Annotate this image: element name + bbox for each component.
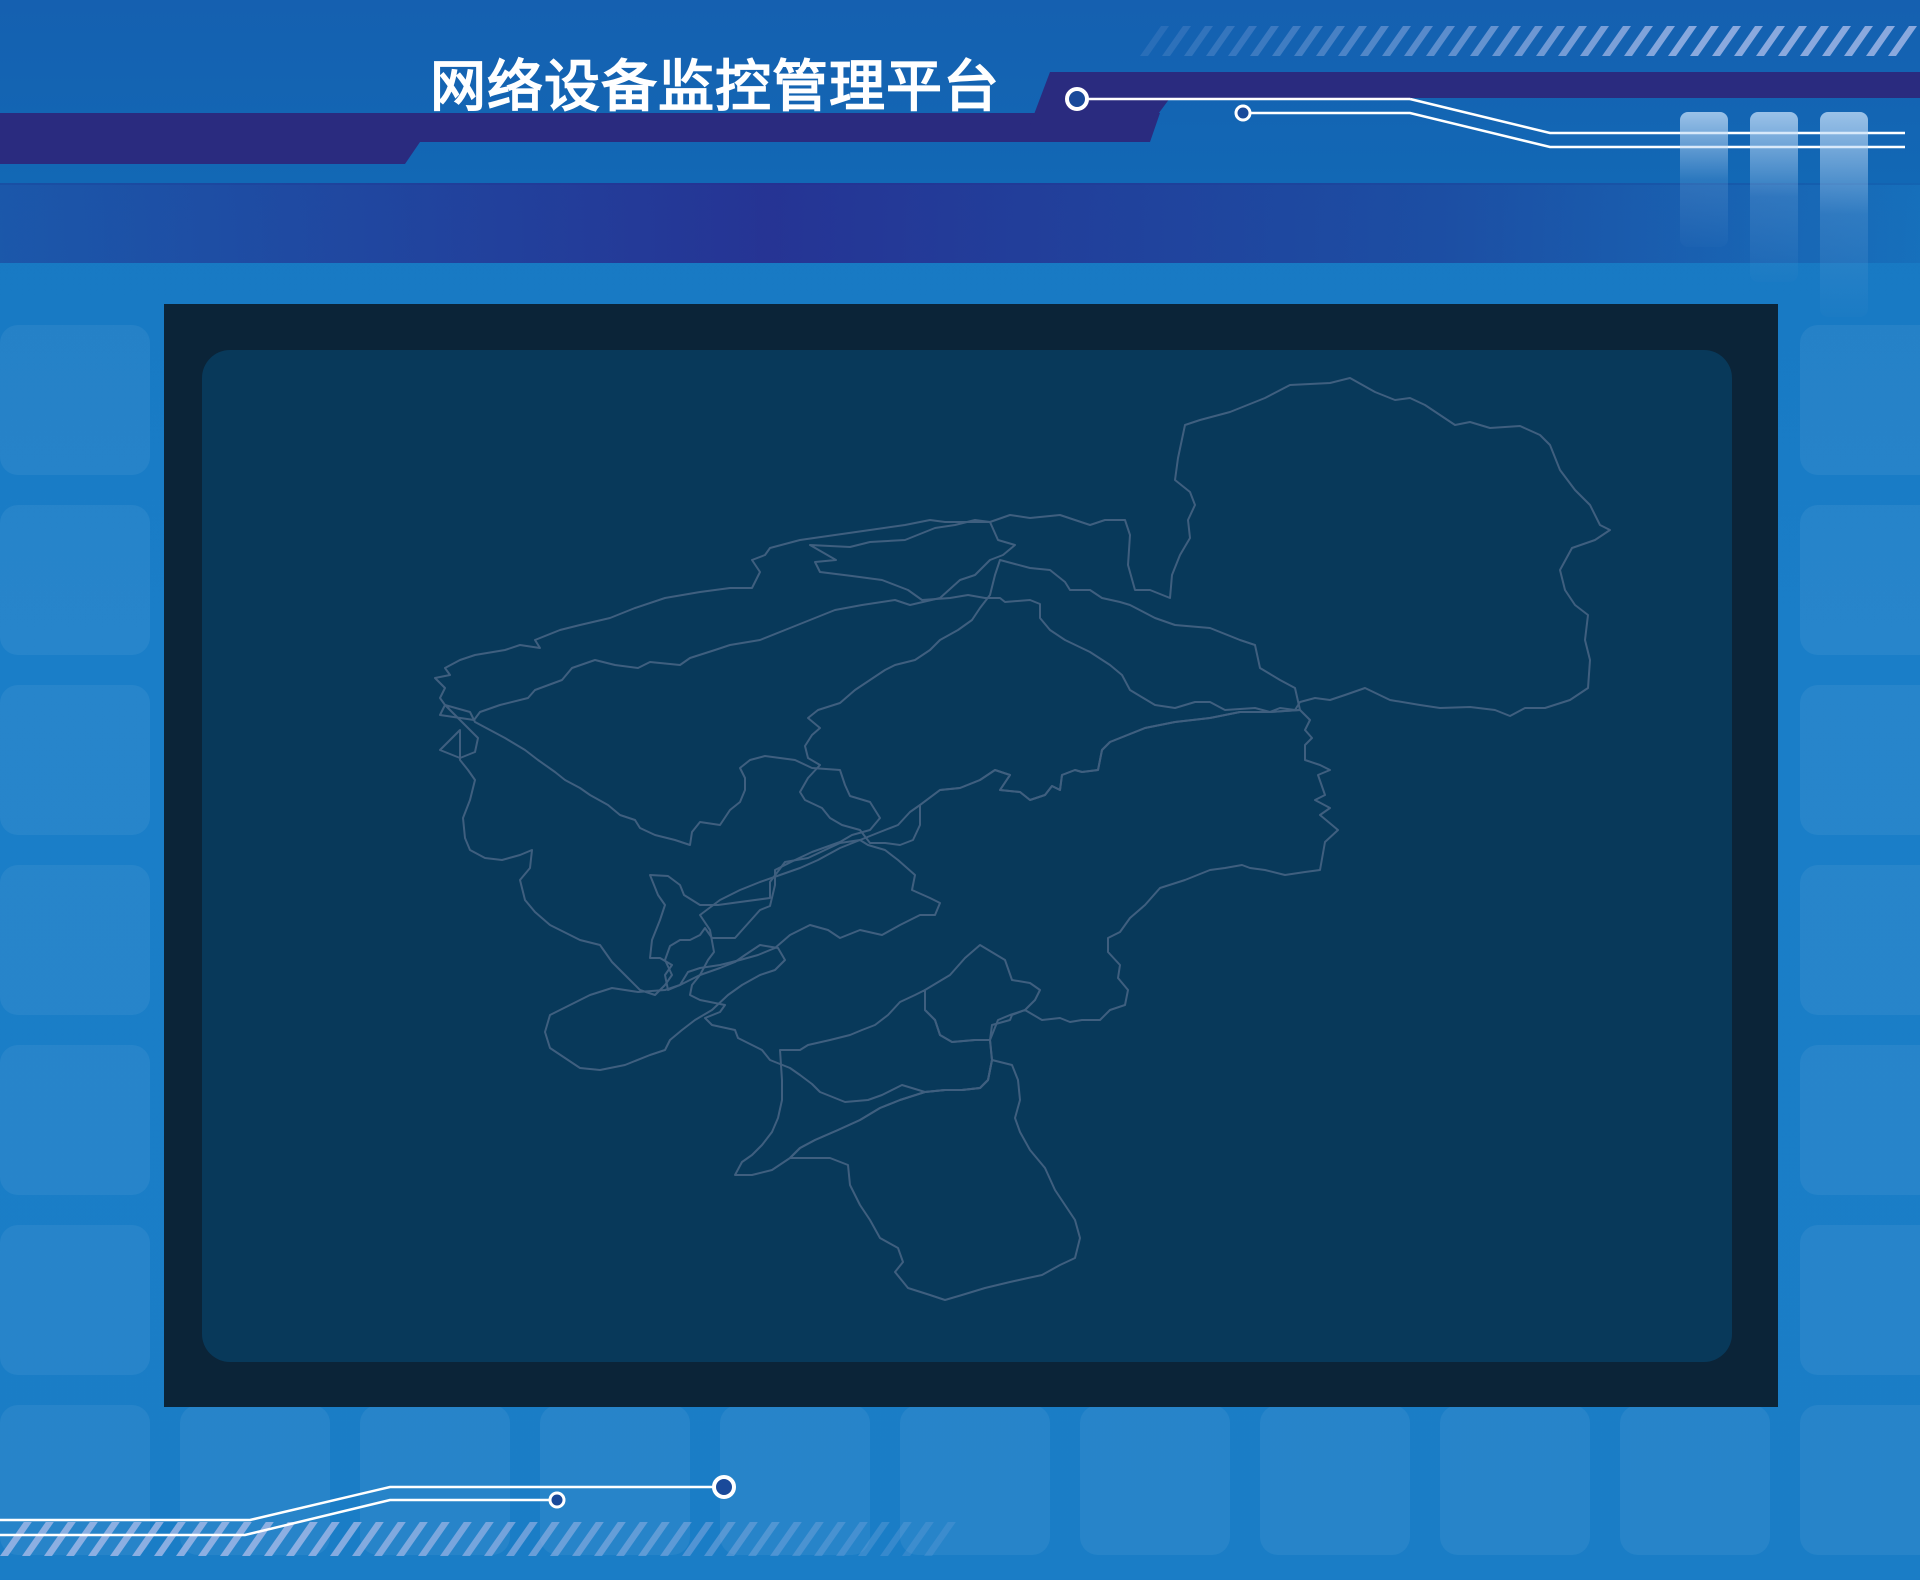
stripe bbox=[1888, 26, 1917, 56]
mini-bar-3 bbox=[1820, 112, 1868, 317]
background-tile bbox=[1260, 1405, 1410, 1555]
background-tile bbox=[0, 1045, 150, 1195]
background-tile bbox=[1800, 1045, 1920, 1195]
stripe bbox=[1206, 26, 1235, 56]
map-region bbox=[544, 944, 786, 1071]
stripe bbox=[1470, 26, 1499, 56]
circuit-node-icon bbox=[1234, 104, 1252, 122]
stripe bbox=[1404, 26, 1433, 56]
region-map bbox=[434, 377, 1611, 1301]
stripe bbox=[1734, 26, 1763, 56]
stripe bbox=[1272, 26, 1301, 56]
background-tile bbox=[900, 1405, 1050, 1555]
stripe bbox=[1800, 26, 1829, 56]
stripe bbox=[1822, 26, 1851, 56]
page-title: 网络设备监控管理平台 bbox=[430, 55, 1000, 120]
background-tile bbox=[360, 1405, 510, 1555]
stripe bbox=[1140, 26, 1169, 56]
stripe bbox=[1866, 26, 1895, 56]
map-region bbox=[649, 839, 941, 991]
stripe bbox=[1184, 26, 1213, 56]
stripe bbox=[1690, 26, 1719, 56]
background-tile bbox=[1800, 1405, 1920, 1555]
stripe bbox=[1756, 26, 1785, 56]
stripe bbox=[1536, 26, 1565, 56]
stripe bbox=[1712, 26, 1741, 56]
stripe bbox=[1448, 26, 1477, 56]
stripe bbox=[1228, 26, 1257, 56]
background-tile bbox=[0, 685, 150, 835]
map-region bbox=[734, 989, 993, 1176]
stripe bbox=[1250, 26, 1279, 56]
map-region bbox=[924, 944, 1041, 1043]
stripe bbox=[1294, 26, 1323, 56]
background-tile bbox=[0, 1405, 150, 1555]
stripe bbox=[1316, 26, 1345, 56]
mini-bar-1 bbox=[1680, 112, 1728, 247]
stripe bbox=[1646, 26, 1675, 56]
background-tile bbox=[1800, 325, 1920, 475]
stripe bbox=[1602, 26, 1631, 56]
stripe bbox=[1668, 26, 1697, 56]
background-tile bbox=[1800, 685, 1920, 835]
background-tile bbox=[1620, 1405, 1770, 1555]
background-tile bbox=[1080, 1405, 1230, 1555]
background-tile bbox=[1800, 1225, 1920, 1375]
stripe bbox=[1514, 26, 1543, 56]
map-region bbox=[689, 709, 1339, 1103]
map-panel bbox=[202, 350, 1732, 1362]
map-region bbox=[789, 1059, 1081, 1301]
background-tile bbox=[1800, 505, 1920, 655]
mini-bar-2 bbox=[1750, 112, 1798, 282]
stripe bbox=[1426, 26, 1455, 56]
stripe bbox=[1624, 26, 1653, 56]
stripe bbox=[1338, 26, 1367, 56]
stripe bbox=[1844, 26, 1873, 56]
stripe bbox=[1778, 26, 1807, 56]
stripe bbox=[1580, 26, 1609, 56]
stripe bbox=[1360, 26, 1389, 56]
map-region bbox=[439, 704, 881, 996]
background-tile bbox=[720, 1405, 870, 1555]
background-tile bbox=[0, 1225, 150, 1375]
map-region bbox=[434, 519, 1016, 721]
background-tile bbox=[0, 505, 150, 655]
background-tile bbox=[0, 325, 150, 475]
map-region bbox=[809, 377, 1611, 717]
background-tile bbox=[0, 865, 150, 1015]
stripe bbox=[1382, 26, 1411, 56]
background-tile bbox=[180, 1405, 330, 1555]
background-tile bbox=[1800, 865, 1920, 1015]
circuit-node-icon bbox=[1065, 87, 1089, 111]
background-tile bbox=[540, 1405, 690, 1555]
stripe bbox=[1558, 26, 1587, 56]
background-tile bbox=[1440, 1405, 1590, 1555]
header-stripes bbox=[1140, 26, 1917, 56]
stripe bbox=[1492, 26, 1521, 56]
stripe bbox=[1162, 26, 1191, 56]
